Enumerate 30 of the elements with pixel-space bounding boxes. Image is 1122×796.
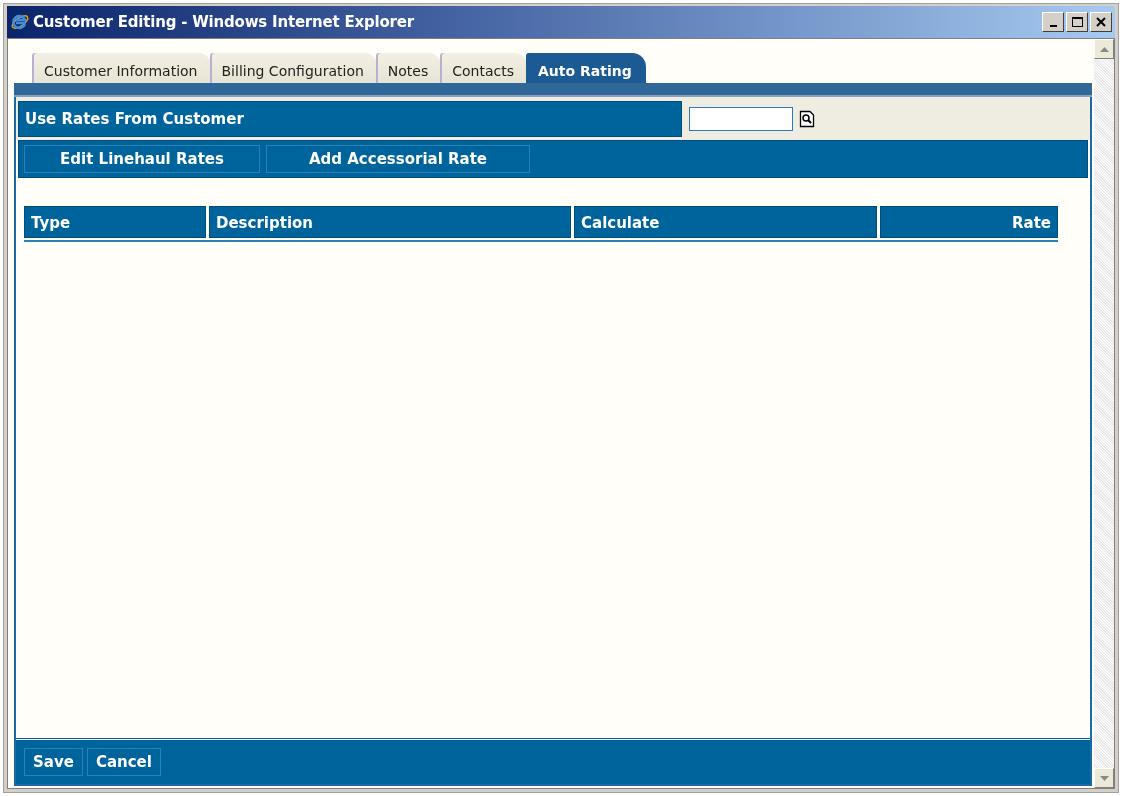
- down-arrow-icon: [1099, 775, 1109, 781]
- close-icon: [1096, 17, 1106, 27]
- action-button[interactable]: Edit Linehaul Rates: [24, 145, 260, 173]
- tab[interactable]: Billing Configuration: [209, 53, 378, 83]
- minimize-button[interactable]: [1042, 12, 1064, 32]
- scrollbar[interactable]: [1094, 39, 1114, 788]
- column-header: Description: [209, 206, 571, 238]
- scroll-up-button[interactable]: [1094, 39, 1114, 59]
- maximize-button[interactable]: [1066, 12, 1088, 32]
- footer-button[interactable]: Cancel: [86, 748, 161, 776]
- browser-logo-icon: [10, 12, 30, 32]
- tab[interactable]: Contacts: [440, 53, 529, 83]
- up-arrow-icon: [1099, 46, 1109, 52]
- minimize-icon: [1049, 25, 1057, 27]
- section-label: Use Rates From Customer: [25, 110, 244, 128]
- close-button[interactable]: [1090, 12, 1112, 32]
- column-header: Calculate: [574, 206, 877, 238]
- search-button[interactable]: [799, 110, 815, 128]
- scroll-down-button[interactable]: [1094, 768, 1114, 788]
- action-button[interactable]: Add Accessorial Rate: [266, 145, 530, 173]
- customer-field[interactable]: [689, 107, 793, 131]
- tab[interactable]: Notes: [375, 53, 443, 83]
- tab[interactable]: Auto Rating: [526, 53, 646, 83]
- search-icon: [799, 110, 815, 128]
- maximize-icon: [1071, 17, 1083, 27]
- window-title: Customer Editing - Windows Internet Explorer: [33, 13, 414, 31]
- footer-button[interactable]: Save: [24, 748, 83, 776]
- column-header: Rate: [880, 206, 1058, 238]
- tab[interactable]: Customer Information: [32, 53, 212, 83]
- column-header: Type: [24, 206, 206, 238]
